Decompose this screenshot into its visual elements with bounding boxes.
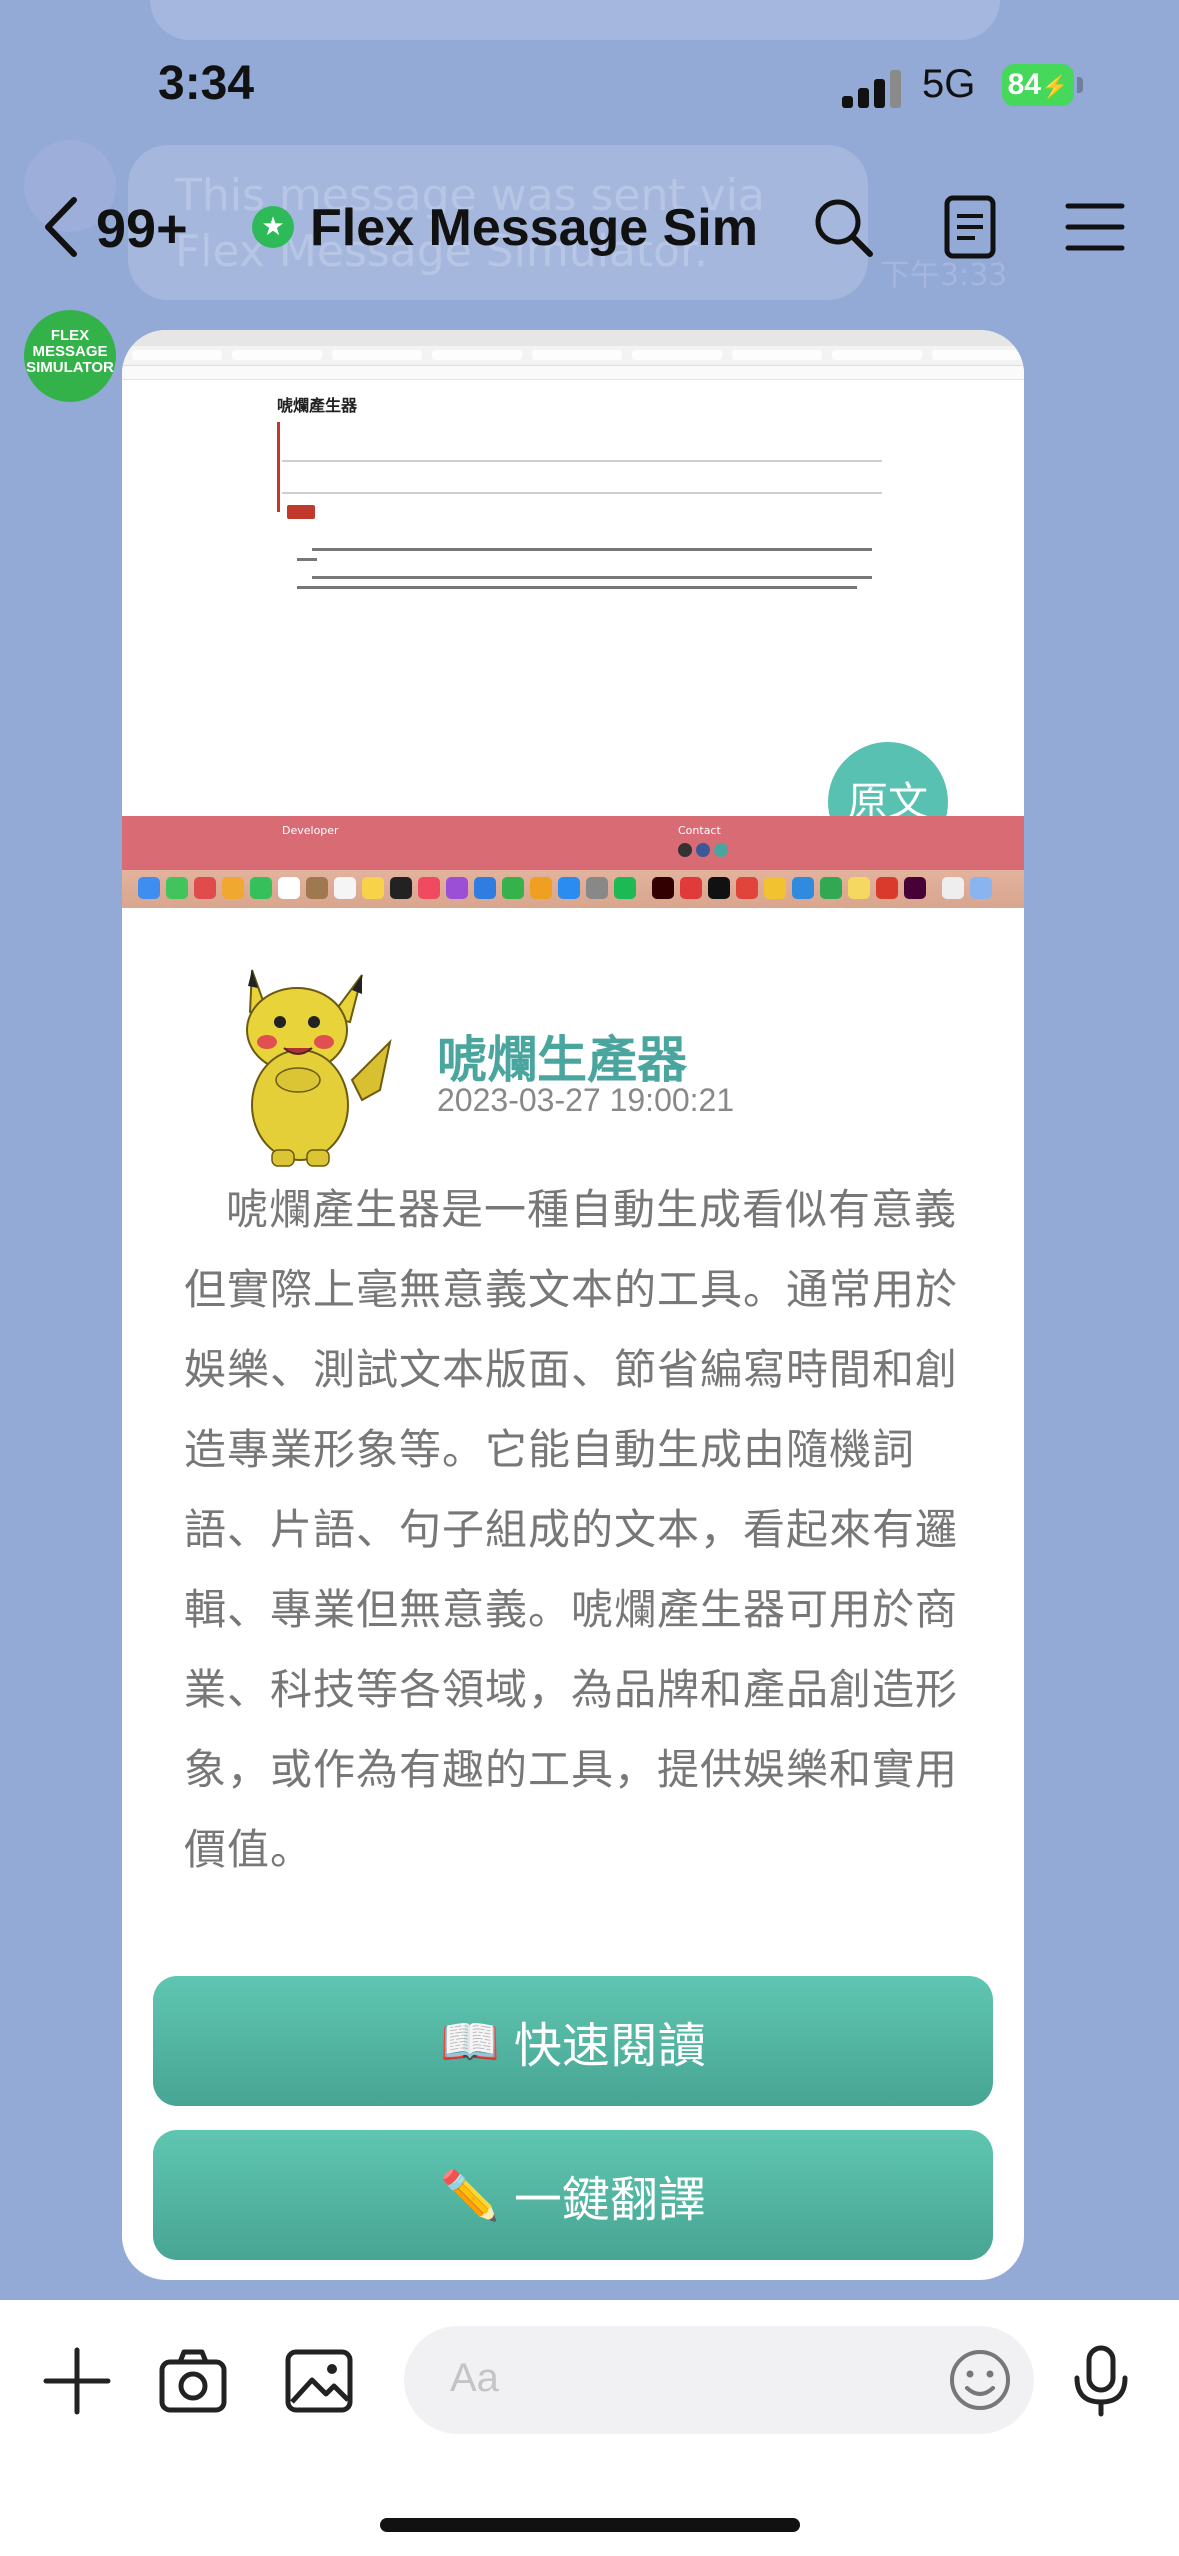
status-time: 3:34	[158, 57, 255, 110]
hero-footer-contact: Contact	[678, 824, 721, 837]
podcasts-icon	[446, 877, 468, 899]
acrobat-icon	[876, 877, 898, 899]
flex-message-card[interactable]: 唬爛產生器 原文 Developer Contact 唬爛生產器 2023-03…	[122, 330, 1024, 2280]
downloads-icon	[970, 877, 992, 899]
music-icon	[418, 877, 440, 899]
messages-icon	[166, 877, 188, 899]
hero-input-line	[282, 492, 882, 494]
network-type: 5G	[922, 62, 976, 106]
reminders-icon	[334, 877, 356, 899]
stickies-icon	[362, 877, 384, 899]
chat-title[interactable]: Flex Message Sim	[310, 198, 758, 258]
browser-tab-strip	[122, 346, 1024, 366]
facetime-icon	[250, 877, 272, 899]
github-icon	[678, 843, 692, 857]
hero-input-line	[282, 460, 882, 462]
finder-icon	[138, 877, 160, 899]
unread-count[interactable]: 99+	[96, 198, 188, 260]
avatar-line: FLEX	[50, 327, 90, 344]
camera-icon[interactable]	[154, 2342, 232, 2420]
line-icon	[714, 843, 728, 857]
avatar-line: SIMULATOR	[26, 359, 114, 376]
terminal-icon	[708, 877, 730, 899]
verified-star-icon: ★	[252, 206, 294, 248]
app-icon	[820, 877, 842, 899]
card-date: 2023-03-27 19:00:21	[437, 1082, 735, 1118]
previous-bubble-edge	[150, 0, 1000, 40]
card-description: 唬爛產生器是一種自動生成看似有意義但實際上毫無意義文本的工具。通常用於娛樂、測試…	[184, 1185, 959, 1874]
hero-paragraph-line	[297, 558, 317, 561]
appstore-icon	[558, 877, 580, 899]
pencil-icon: ✏️	[440, 2167, 500, 2224]
browser-bookmarks-bar	[122, 366, 1024, 380]
keynote-icon	[474, 877, 496, 899]
search-icon[interactable]	[808, 192, 878, 262]
appletv-icon	[390, 877, 412, 899]
signal-icon	[842, 68, 904, 108]
menu-icon[interactable]	[1060, 192, 1130, 262]
battery-tip	[1077, 77, 1083, 93]
spotify-icon	[614, 877, 636, 899]
quick-read-button[interactable]: 📖 快速閱讀	[153, 1976, 993, 2106]
home-indicator	[380, 2518, 800, 2532]
emoji-icon[interactable]	[940, 2340, 1020, 2420]
hero-page-heading: 唬爛產生器	[277, 396, 358, 415]
app-icon	[680, 877, 702, 899]
pages-icon	[530, 877, 552, 899]
hero-generate-button	[287, 505, 315, 519]
translate-label: 一鍵翻譯	[513, 2172, 706, 2228]
message-input-placeholder: Aa	[450, 2356, 499, 2400]
hero-footer-developer: Developer	[282, 824, 339, 837]
notes-icon[interactable]	[935, 192, 1005, 262]
numbers-icon	[502, 877, 524, 899]
photos-icon	[222, 877, 244, 899]
sender-avatar[interactable]: FLEX MESSAGE SIMULATOR	[24, 310, 116, 402]
microphone-icon[interactable]	[1062, 2342, 1140, 2420]
notes-app-icon	[306, 877, 328, 899]
mascot-image	[246, 969, 392, 1167]
hero-paragraph-line	[297, 586, 857, 589]
settings-icon	[586, 877, 608, 899]
chrome-icon	[764, 877, 786, 899]
hero-paragraph-line	[312, 548, 872, 551]
browser-menu-bar	[122, 330, 1024, 346]
hero-screenshot[interactable]: 唬爛產生器 原文 Developer Contact	[122, 330, 1024, 908]
image-icon[interactable]	[280, 2342, 358, 2420]
app-icon	[736, 877, 758, 899]
book-icon: 📖	[440, 2013, 500, 2070]
battery-icon: 84⚡	[1002, 64, 1074, 106]
folder-icon	[942, 877, 964, 899]
quick-read-label: 快速閱讀	[513, 2018, 706, 2074]
battery-level: 84	[1007, 68, 1041, 101]
hero-form-accent	[277, 422, 280, 512]
plus-icon[interactable]	[38, 2342, 116, 2420]
illustrator-icon	[652, 877, 674, 899]
hero-footer	[122, 816, 1024, 870]
back-chevron-icon[interactable]	[40, 196, 84, 258]
avatar-line: MESSAGE	[32, 343, 108, 360]
vscode-icon	[792, 877, 814, 899]
xd-icon	[904, 877, 926, 899]
calendar-icon	[278, 877, 300, 899]
notes-icon	[848, 877, 870, 899]
mail-icon	[194, 877, 216, 899]
facebook-icon	[696, 843, 710, 857]
translate-button[interactable]: ✏️ 一鍵翻譯	[153, 2130, 993, 2260]
hero-paragraph-line	[312, 576, 872, 579]
